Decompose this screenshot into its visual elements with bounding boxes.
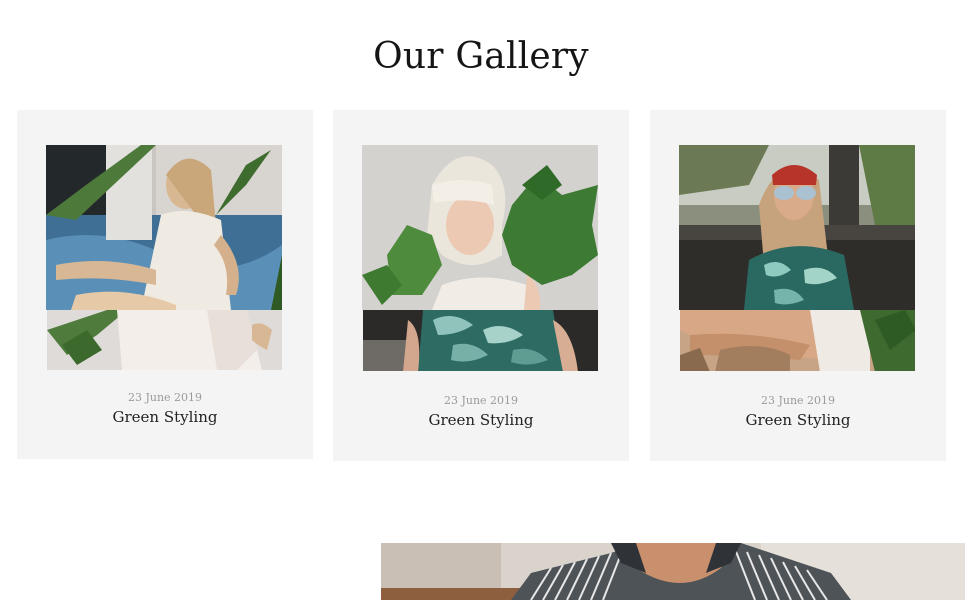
gallery-card[interactable]: 23 June 2019 Green Styling	[17, 110, 313, 459]
item-title[interactable]: Green Styling	[650, 411, 946, 429]
item-date: 23 June 2019	[127, 391, 203, 404]
item-title[interactable]: Green Styling	[333, 411, 629, 429]
item-date: 23 June 2019	[443, 394, 519, 407]
gallery-card[interactable]: 23 June 2019 Green Styling	[333, 110, 629, 461]
photo-blonde-woman-leaves-bottom	[363, 310, 598, 371]
photo-woman-white-dress-top	[46, 145, 282, 310]
banner-image-man-striped-shirt	[381, 543, 965, 600]
gallery-image[interactable]	[679, 145, 915, 371]
photo-woman-red-beanie-top	[679, 145, 915, 310]
item-title[interactable]: Green Styling	[17, 408, 313, 426]
gallery-image[interactable]	[46, 145, 282, 371]
item-date: 23 June 2019	[760, 394, 836, 407]
photo-woman-red-beanie-bottom	[680, 310, 915, 371]
photo-woman-white-dress-bottom	[47, 310, 282, 370]
gallery-card[interactable]: 23 June 2019 Green Styling	[650, 110, 946, 461]
section-title: Our Gallery	[373, 36, 589, 77]
photo-blonde-woman-leaves-top	[362, 145, 598, 310]
gallery-image[interactable]	[362, 145, 598, 371]
